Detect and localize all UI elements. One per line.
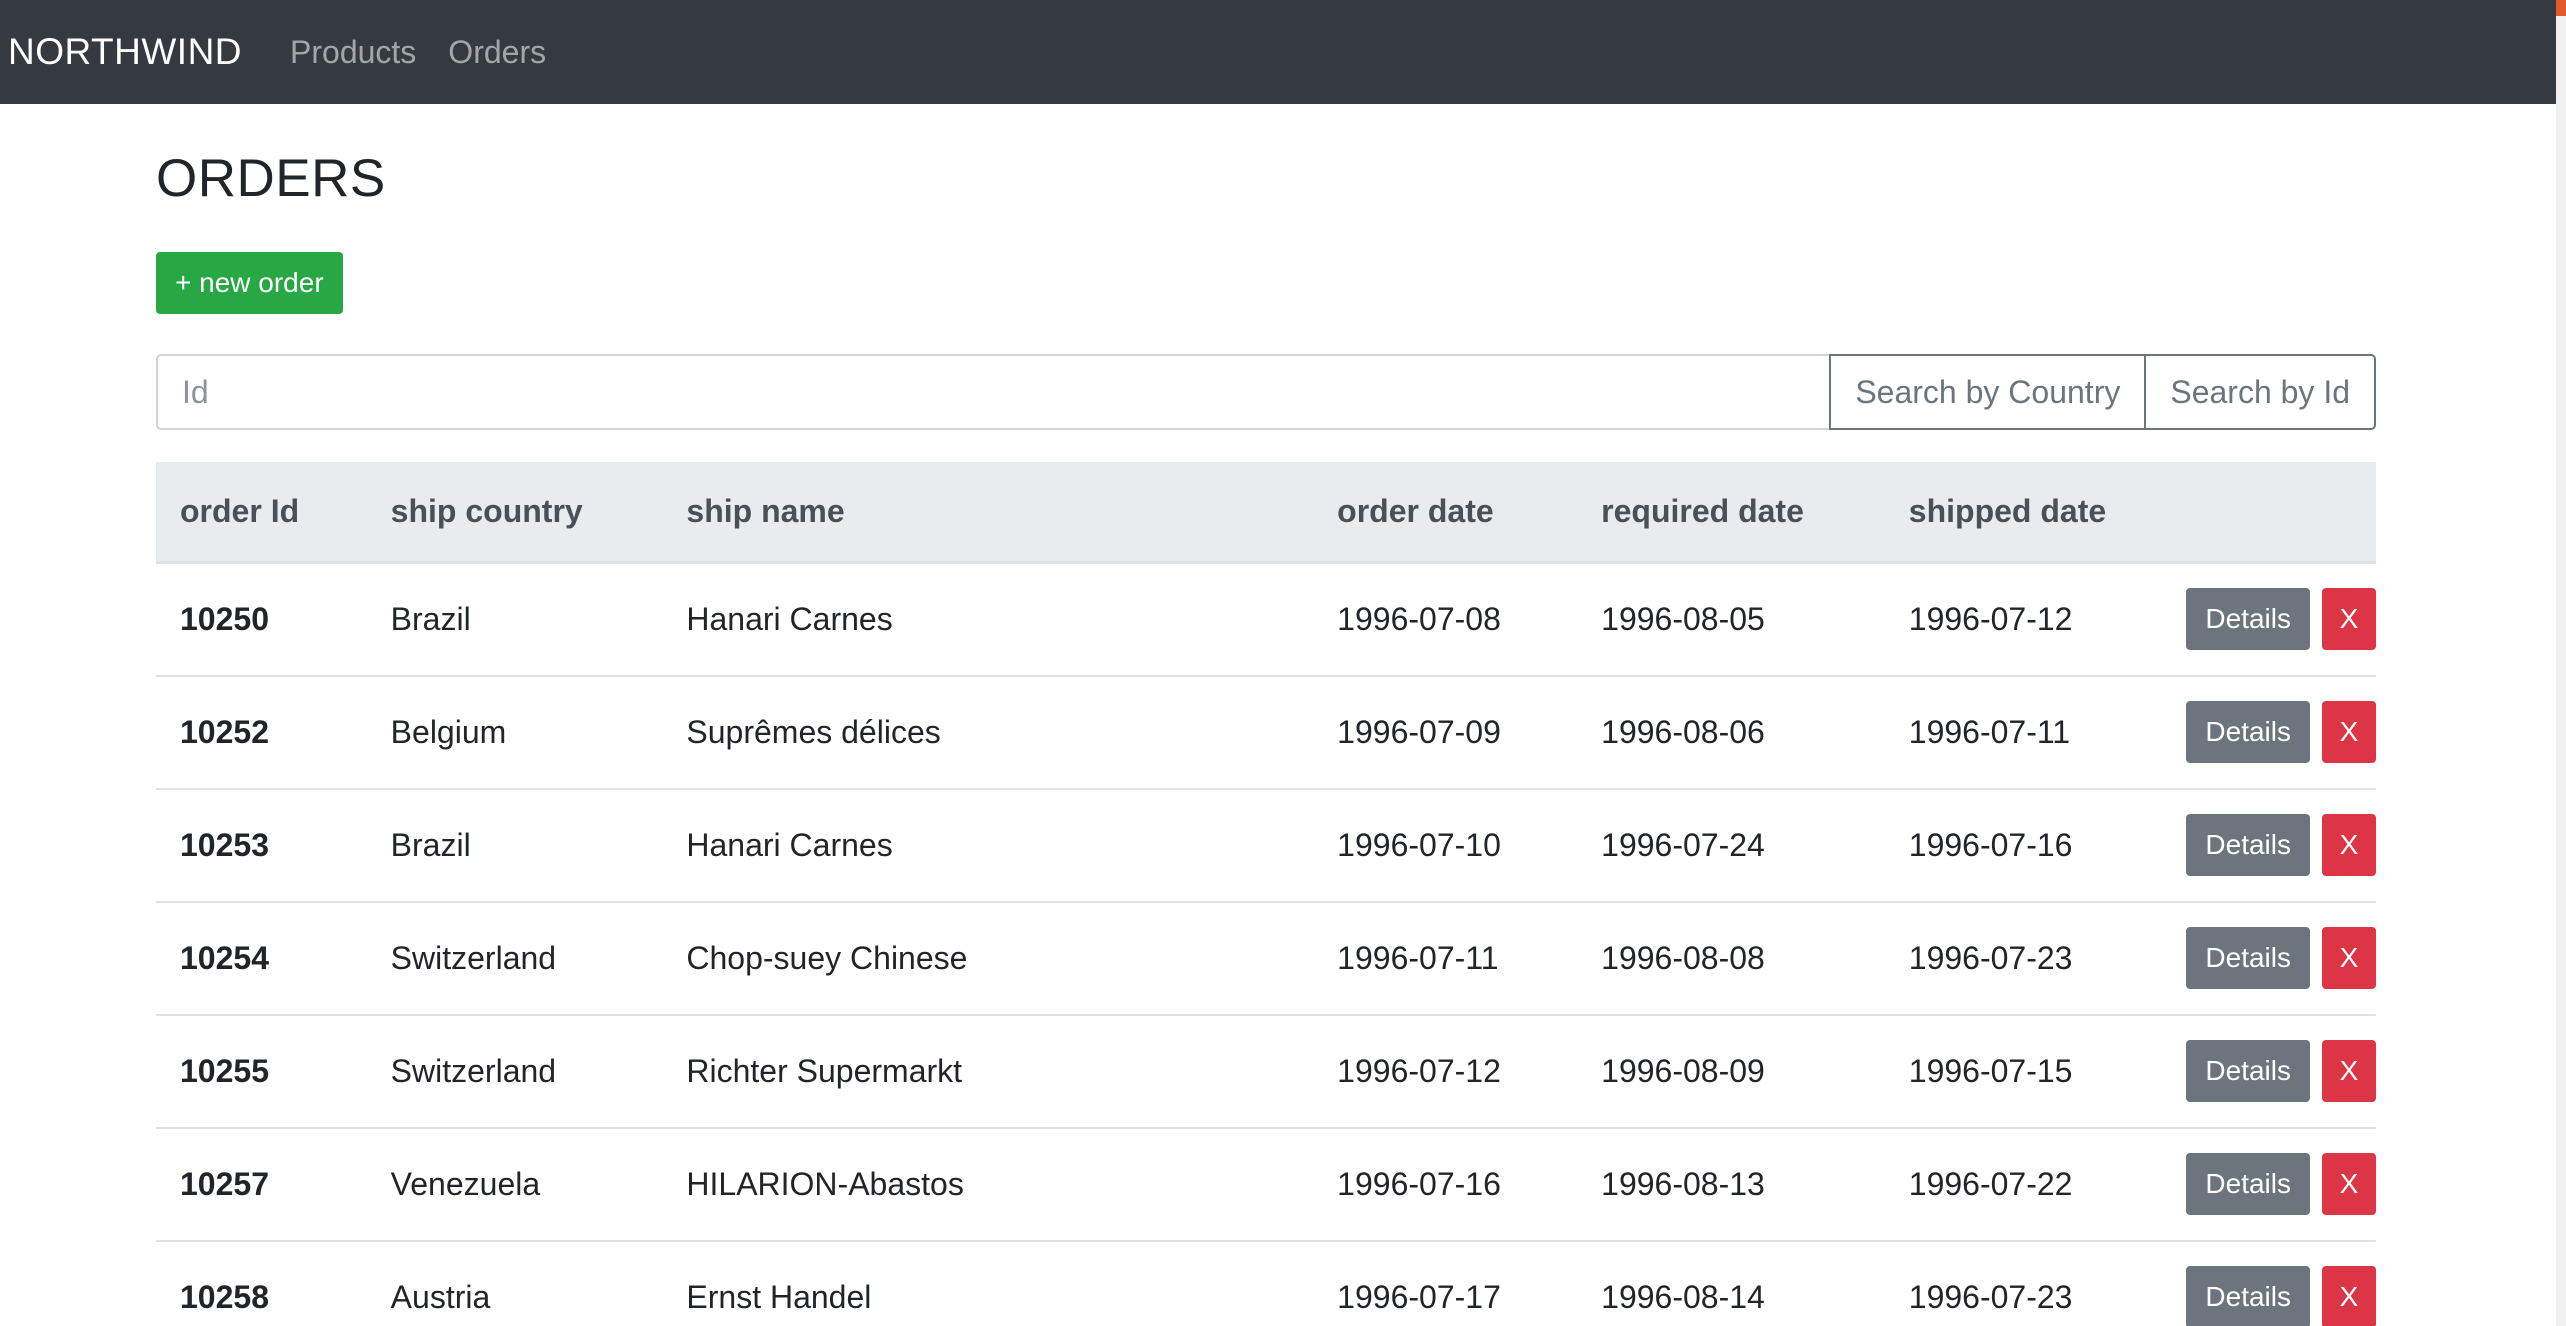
delete-button[interactable]: X: [2322, 588, 2376, 650]
delete-button[interactable]: X: [2322, 927, 2376, 989]
required-date-cell: 1996-08-09: [1577, 1013, 1885, 1128]
table-row: 10252 Belgium Suprêmes délices 1996-07-0…: [156, 674, 2376, 789]
page-title: ORDERS: [156, 149, 386, 208]
window-edge-accent: [2556, 0, 2566, 16]
ship-country-cell: Venezuela: [366, 1126, 663, 1241]
table-row: 10253 Brazil Hanari Carnes 1996-07-10 19…: [156, 787, 2376, 902]
ship-country-cell: Switzerland: [366, 1013, 663, 1128]
ship-name-cell: HILARION-Abastos: [662, 1126, 1314, 1241]
order-date-cell: 1996-07-12: [1313, 1013, 1578, 1128]
order-date-cell: 1996-07-08: [1313, 561, 1578, 676]
actions-cell: Details X: [2162, 900, 2376, 1015]
details-button[interactable]: Details: [2186, 1266, 2310, 1326]
shipped-date-cell: 1996-07-11: [1884, 674, 2163, 789]
ship-country-cell: Austria: [366, 1239, 663, 1326]
delete-button[interactable]: X: [2322, 1266, 2376, 1326]
table-header-row: order Id ship country ship name order da…: [156, 462, 2376, 564]
column-header-order-date: order date: [1313, 462, 1578, 564]
ship-name-cell: Chop-suey Chinese: [662, 900, 1314, 1015]
order-id-cell: 10257: [156, 1126, 367, 1241]
column-header-actions: [2162, 462, 2376, 564]
column-header-shipped-date: shipped date: [1884, 462, 2163, 564]
table-row: 10255 Switzerland Richter Supermarkt 199…: [156, 1013, 2376, 1128]
actions-cell: Details X: [2162, 1239, 2376, 1326]
orders-table: order Id ship country ship name order da…: [156, 462, 2376, 1326]
ship-name-cell: Suprêmes délices: [662, 674, 1314, 789]
details-button[interactable]: Details: [2186, 814, 2310, 876]
shipped-date-cell: 1996-07-23: [1884, 1239, 2163, 1326]
actions-cell: Details X: [2162, 674, 2376, 789]
ship-name-cell: Hanari Carnes: [662, 561, 1314, 676]
column-header-order-id: order Id: [156, 462, 367, 564]
delete-button[interactable]: X: [2322, 814, 2376, 876]
ship-country-cell: Switzerland: [366, 900, 663, 1015]
column-header-ship-name: ship name: [662, 462, 1314, 564]
nav-link-orders[interactable]: Orders: [448, 34, 546, 71]
brand-link[interactable]: NORTHWIND: [8, 31, 242, 73]
order-date-cell: 1996-07-10: [1313, 787, 1578, 902]
details-button[interactable]: Details: [2186, 701, 2310, 763]
actions-cell: Details X: [2162, 1013, 2376, 1128]
order-id-cell: 10252: [156, 674, 367, 789]
required-date-cell: 1996-08-05: [1577, 561, 1885, 676]
order-date-cell: 1996-07-16: [1313, 1126, 1578, 1241]
search-by-id-button[interactable]: Search by Id: [2144, 354, 2376, 430]
search-input[interactable]: [156, 354, 1832, 430]
table-row: 10254 Switzerland Chop-suey Chinese 1996…: [156, 900, 2376, 1015]
column-header-required-date: required date: [1577, 462, 1885, 564]
table-body: 10250 Brazil Hanari Carnes 1996-07-08 19…: [156, 561, 2376, 1326]
table-row: 10258 Austria Ernst Handel 1996-07-17 19…: [156, 1239, 2376, 1326]
required-date-cell: 1996-08-13: [1577, 1126, 1885, 1241]
order-id-cell: 10250: [156, 561, 367, 676]
navbar: NORTHWIND Products Orders: [0, 0, 2556, 104]
order-id-cell: 10253: [156, 787, 367, 902]
delete-button[interactable]: X: [2322, 1153, 2376, 1215]
actions-cell: Details X: [2162, 787, 2376, 902]
table-row: 10250 Brazil Hanari Carnes 1996-07-08 19…: [156, 561, 2376, 676]
order-date-cell: 1996-07-09: [1313, 674, 1578, 789]
nav-link-products[interactable]: Products: [290, 34, 416, 71]
required-date-cell: 1996-08-08: [1577, 900, 1885, 1015]
delete-button[interactable]: X: [2322, 1040, 2376, 1102]
delete-button[interactable]: X: [2322, 701, 2376, 763]
required-date-cell: 1996-08-14: [1577, 1239, 1885, 1326]
ship-name-cell: Hanari Carnes: [662, 787, 1314, 902]
ship-country-cell: Brazil: [366, 561, 663, 676]
shipped-date-cell: 1996-07-16: [1884, 787, 2163, 902]
ship-country-cell: Belgium: [366, 674, 663, 789]
order-id-cell: 10254: [156, 900, 367, 1015]
page: NORTHWIND Products Orders ORDERS + new o…: [0, 0, 2566, 1326]
details-button[interactable]: Details: [2186, 1040, 2310, 1102]
shipped-date-cell: 1996-07-23: [1884, 900, 2163, 1015]
new-order-button[interactable]: + new order: [156, 252, 343, 314]
column-header-ship-country: ship country: [366, 462, 663, 564]
required-date-cell: 1996-08-06: [1577, 674, 1885, 789]
order-id-cell: 10258: [156, 1239, 367, 1326]
table-row: 10257 Venezuela HILARION-Abastos 1996-07…: [156, 1126, 2376, 1241]
shipped-date-cell: 1996-07-15: [1884, 1013, 2163, 1128]
table-header: order Id ship country ship name order da…: [156, 462, 2376, 564]
actions-cell: Details X: [2162, 1126, 2376, 1241]
details-button[interactable]: Details: [2186, 927, 2310, 989]
ship-name-cell: Ernst Handel: [662, 1239, 1314, 1326]
order-id-cell: 10255: [156, 1013, 367, 1128]
ship-country-cell: Brazil: [366, 787, 663, 902]
shipped-date-cell: 1996-07-12: [1884, 561, 2163, 676]
ship-name-cell: Richter Supermarkt: [662, 1013, 1314, 1128]
search-by-country-button[interactable]: Search by Country: [1829, 354, 2147, 430]
details-button[interactable]: Details: [2186, 1153, 2310, 1215]
order-date-cell: 1996-07-11: [1313, 900, 1578, 1015]
details-button[interactable]: Details: [2186, 588, 2310, 650]
actions-cell: Details X: [2162, 561, 2376, 676]
shipped-date-cell: 1996-07-22: [1884, 1126, 2163, 1241]
required-date-cell: 1996-07-24: [1577, 787, 1885, 902]
search-group: Search by Country Search by Id: [156, 354, 2376, 430]
window-edge-strip: [2556, 0, 2566, 1326]
order-date-cell: 1996-07-17: [1313, 1239, 1578, 1326]
